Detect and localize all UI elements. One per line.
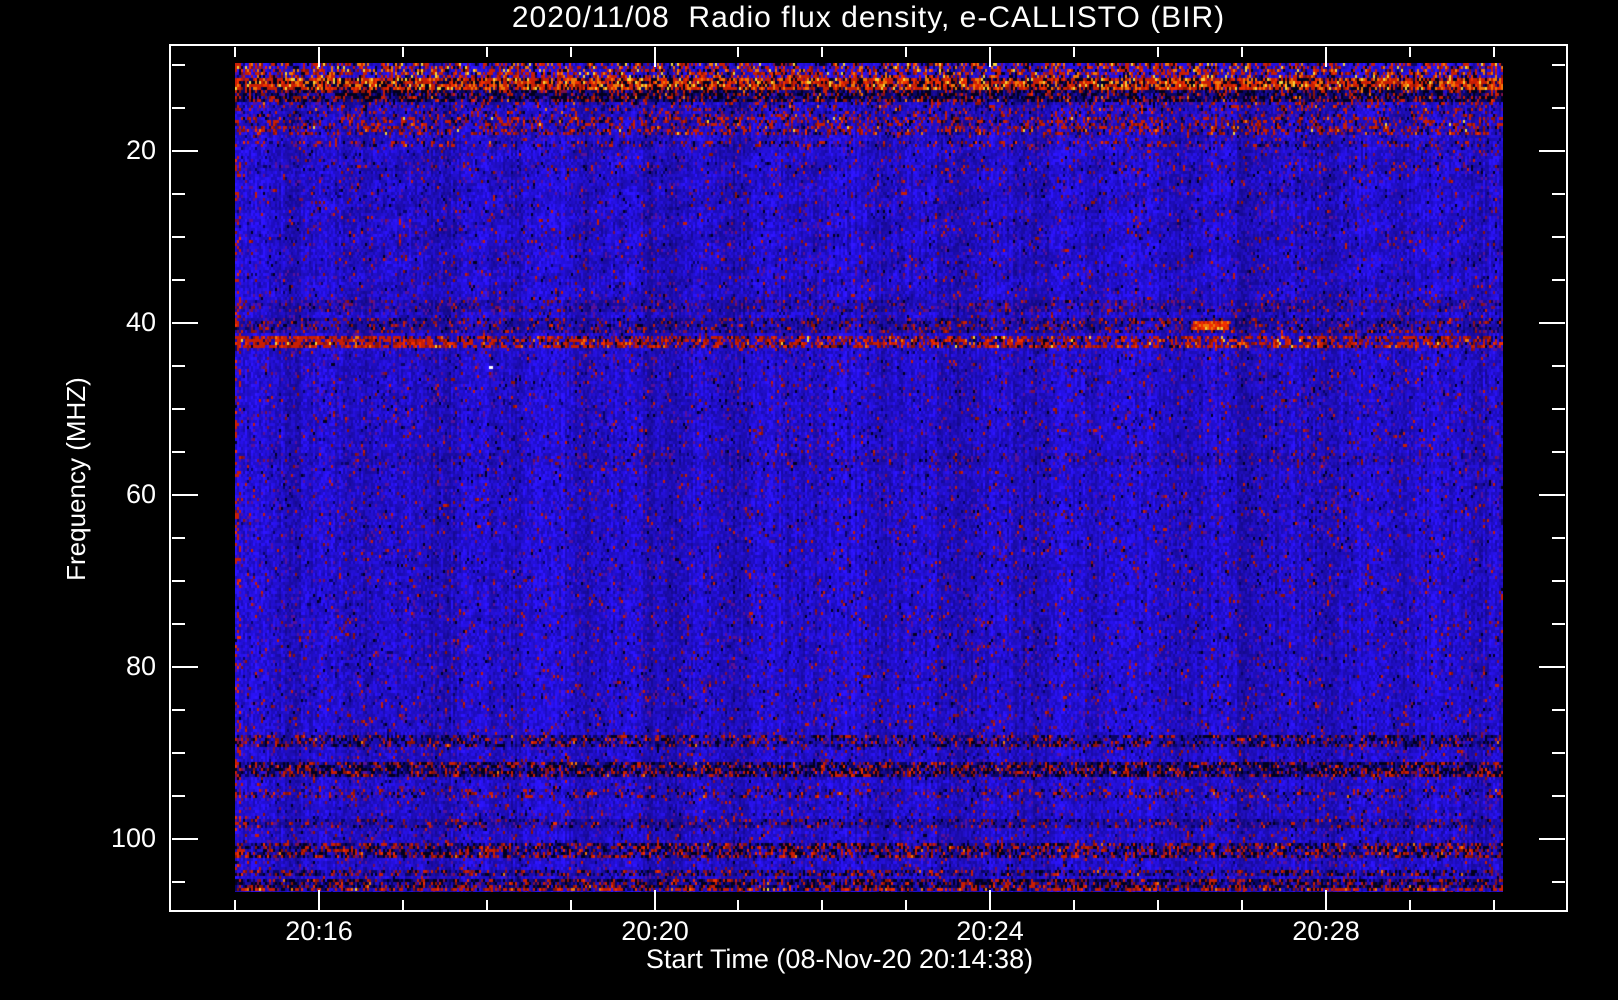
x-minor-tick: [402, 47, 404, 57]
x-minor-tick: [234, 900, 236, 910]
y-minor-tick: [1552, 193, 1565, 195]
y-major-tick: [172, 322, 198, 324]
x-minor-tick: [737, 900, 739, 910]
x-minor-tick: [1493, 47, 1495, 57]
x-major-tick: [989, 47, 991, 67]
y-minor-tick: [172, 451, 185, 453]
x-minor-tick: [821, 47, 823, 57]
x-minor-tick: [1409, 900, 1411, 910]
y-minor-tick: [1552, 408, 1565, 410]
y-minor-tick: [1552, 537, 1565, 539]
y-minor-tick: [172, 709, 185, 711]
x-minor-tick: [486, 900, 488, 910]
x-minor-tick: [905, 900, 907, 910]
y-major-tick: [172, 838, 198, 840]
x-major-tick: [318, 47, 320, 67]
x-minor-tick: [1073, 900, 1075, 910]
y-major-tick: [1539, 322, 1565, 324]
y-minor-tick: [1552, 236, 1565, 238]
x-minor-tick: [1157, 47, 1159, 57]
y-minor-tick: [172, 64, 185, 66]
x-minor-tick: [1073, 47, 1075, 57]
spectrogram-figure: 2020/11/08 Radio flux density, e-CALLIST…: [0, 0, 1618, 1000]
y-minor-tick: [1552, 623, 1565, 625]
x-minor-tick: [1241, 47, 1243, 57]
x-minor-tick: [737, 47, 739, 57]
x-minor-tick: [1493, 900, 1495, 910]
y-minor-tick: [1552, 64, 1565, 66]
x-major-tick: [654, 890, 656, 910]
y-minor-tick: [172, 537, 185, 539]
y-minor-tick: [1552, 752, 1565, 754]
y-major-tick: [172, 150, 198, 152]
y-major-tick: [1539, 666, 1565, 668]
y-tick-label: 80: [125, 651, 156, 681]
y-tick-label: 40: [125, 307, 156, 337]
y-minor-tick: [172, 193, 185, 195]
y-minor-tick: [1552, 365, 1565, 367]
y-minor-tick: [172, 795, 185, 797]
y-minor-tick: [172, 580, 185, 582]
y-minor-tick: [172, 623, 185, 625]
y-tick-label: 20: [125, 135, 156, 165]
x-major-tick: [318, 890, 320, 910]
y-minor-tick: [1552, 451, 1565, 453]
y-major-tick: [1539, 838, 1565, 840]
y-minor-tick: [172, 279, 185, 281]
x-tick-label: 20:16: [285, 916, 353, 946]
x-tick-label: 20:24: [956, 916, 1024, 946]
x-minor-tick: [1157, 900, 1159, 910]
y-minor-tick: [172, 107, 185, 109]
x-minor-tick: [486, 47, 488, 57]
x-minor-tick: [821, 900, 823, 910]
y-minor-tick: [1552, 279, 1565, 281]
x-minor-tick: [905, 47, 907, 57]
y-major-tick: [1539, 494, 1565, 496]
x-minor-tick: [570, 47, 572, 57]
x-minor-tick: [402, 900, 404, 910]
y-minor-tick: [172, 236, 185, 238]
x-major-tick: [1325, 890, 1327, 910]
x-minor-tick: [234, 47, 236, 57]
y-major-tick: [1539, 150, 1565, 152]
y-minor-tick: [172, 881, 185, 883]
x-minor-tick: [570, 900, 572, 910]
y-minor-tick: [1552, 795, 1565, 797]
y-minor-tick: [172, 408, 185, 410]
spectrogram-canvas: [235, 63, 1503, 892]
y-minor-tick: [1552, 580, 1565, 582]
x-major-tick: [654, 47, 656, 67]
x-major-tick: [1325, 47, 1327, 67]
x-tick-label: 20:20: [621, 916, 689, 946]
y-minor-tick: [1552, 881, 1565, 883]
y-tick-label: 100: [110, 823, 156, 853]
y-minor-tick: [172, 752, 185, 754]
plot-title: 2020/11/08 Radio flux density, e-CALLIST…: [511, 1, 1226, 34]
y-tick-label: 60: [125, 479, 156, 509]
x-major-tick: [989, 890, 991, 910]
y-minor-tick: [1552, 709, 1565, 711]
x-tick-label: 20:28: [1292, 916, 1360, 946]
y-major-tick: [172, 666, 198, 668]
y-major-tick: [172, 494, 198, 496]
x-minor-tick: [1409, 47, 1411, 57]
y-minor-tick: [1552, 107, 1565, 109]
y-minor-tick: [172, 365, 185, 367]
x-minor-tick: [1241, 900, 1243, 910]
x-axis-label: Start Time (08-Nov-20 20:14:38): [645, 944, 1034, 974]
